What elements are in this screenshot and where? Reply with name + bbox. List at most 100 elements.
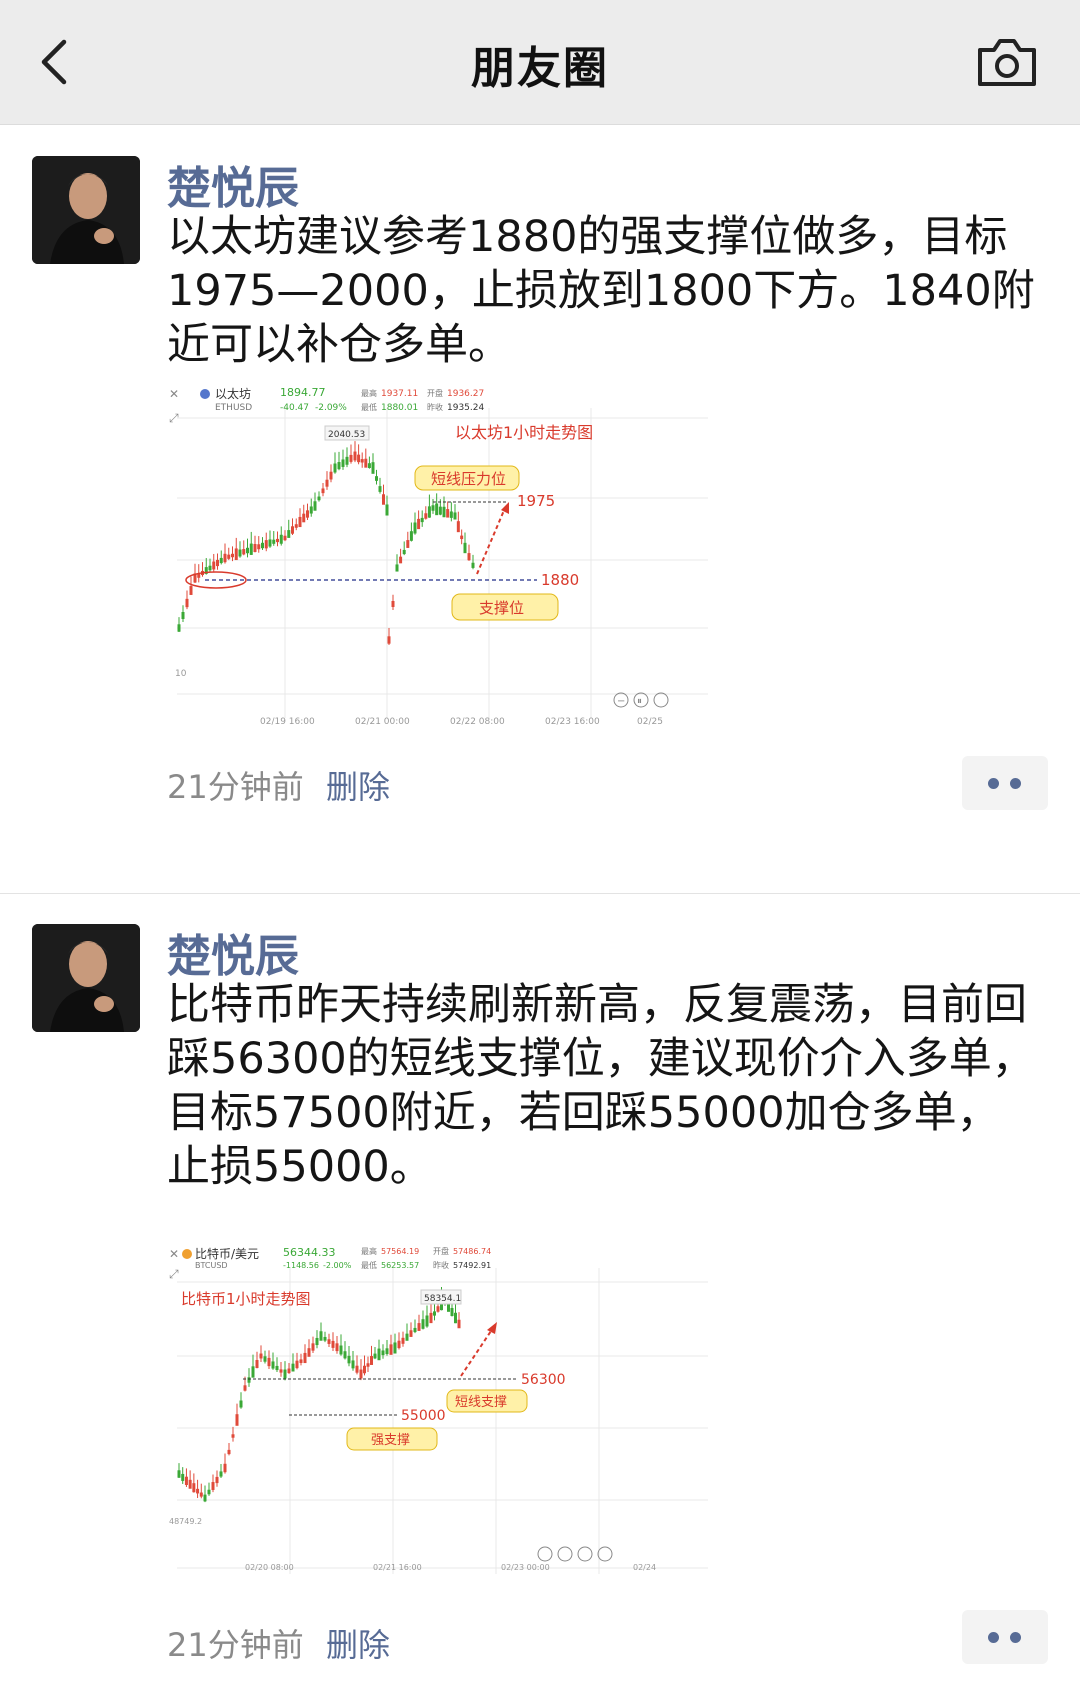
post-time: 21分钟前	[167, 1626, 304, 1664]
candle-body	[467, 553, 471, 561]
candle-body	[375, 476, 378, 481]
candle-body	[283, 535, 287, 541]
candle-body	[382, 494, 385, 505]
moment-post: 楚悦辰 比特币昨天持续刷新新高，反复震荡，目前回踩56300的短线支撑位，建议现…	[0, 894, 1080, 1696]
x-tick: 02/21 16:00	[373, 1563, 422, 1572]
candle-body	[309, 506, 313, 514]
btc-chart-image[interactable]: ✕ ⤢ 比特币/美元 BTCUSD 56344.33 -1148.56 -2.0…	[165, 1238, 708, 1600]
close-icon[interactable]: ✕	[169, 1247, 179, 1261]
candle-body	[353, 451, 357, 461]
candle-body	[402, 549, 406, 555]
candle-body	[291, 1363, 295, 1372]
candle-body	[343, 1351, 347, 1359]
chart-change: -40.47	[280, 403, 309, 413]
top-bar: 朋友圈	[0, 0, 1080, 125]
more-dots-icon[interactable]	[962, 756, 1048, 810]
candle-body	[357, 454, 361, 463]
candle-body	[393, 1342, 397, 1354]
close-icon[interactable]: ✕	[169, 387, 179, 401]
candle-body	[321, 488, 325, 494]
candle-body	[181, 612, 185, 619]
candle-body	[243, 1385, 247, 1391]
expand-icon[interactable]: ⤢	[168, 1267, 179, 1281]
avatar[interactable]	[32, 156, 140, 264]
candle-body	[456, 521, 460, 533]
chart-price: 56344.33	[283, 1246, 336, 1259]
post-text: 比特币昨天持续刷新新高，反复震荡，目前回踩56300的短线支撑位，建议现价介入多…	[167, 980, 1035, 1192]
candle-body	[378, 486, 382, 492]
candle-body	[463, 542, 467, 554]
delete-link[interactable]: 删除	[326, 762, 390, 808]
candle-body	[355, 1365, 359, 1373]
candle-body	[257, 544, 261, 550]
candle-body	[471, 562, 475, 568]
candle-body	[341, 459, 345, 467]
candle-body	[247, 1377, 251, 1383]
support-tag: 支撑位	[479, 599, 524, 617]
candle-body	[391, 601, 395, 607]
candle-body	[349, 454, 353, 462]
prev-label: 昨收	[433, 1260, 449, 1270]
x-tick: 02/22 08:00	[450, 717, 505, 727]
low-tick: 48749.2	[169, 1517, 202, 1526]
candle-body	[249, 543, 253, 555]
more-dots-icon[interactable]	[962, 1610, 1048, 1664]
eth-chart-image[interactable]: ✕ ⤢ 以太坊 ETHUSD 1894.77 -40.47 -2.09% 最高 …	[165, 378, 708, 756]
prev-value: 1935.24	[447, 403, 484, 413]
low-label: 最低	[361, 1260, 377, 1270]
candle-body	[360, 459, 364, 463]
candle-body	[317, 496, 321, 501]
avatar[interactable]	[32, 924, 140, 1032]
candle-body	[189, 586, 193, 595]
candle-body	[275, 1365, 279, 1371]
candle-body	[420, 517, 424, 523]
high-label: 最高	[361, 1246, 377, 1256]
candle-body	[239, 1400, 243, 1408]
candle-body	[319, 1331, 323, 1341]
author-name[interactable]: 楚悦辰	[167, 920, 299, 984]
candle-body	[231, 553, 234, 558]
candle-body	[385, 1348, 389, 1355]
support-value: 56300	[521, 1372, 566, 1388]
candle-body	[303, 1352, 307, 1364]
coin-icon	[200, 389, 210, 399]
support-value: 1880	[541, 571, 579, 589]
candle-body	[264, 540, 268, 549]
candle-body	[435, 503, 439, 516]
expand-icon[interactable]: ⤢	[168, 411, 179, 425]
author-name[interactable]: 楚悦辰	[167, 152, 299, 216]
candle-body	[453, 512, 457, 520]
chart-symbol: 比特币/美元	[195, 1246, 259, 1261]
resistance-tag: 短线压力位	[431, 470, 506, 488]
candle-body	[371, 462, 375, 474]
coin-icon	[182, 1249, 192, 1259]
candle-body	[401, 1337, 405, 1344]
candle-body	[429, 1312, 433, 1324]
candle-body	[185, 598, 189, 608]
candle-body	[223, 1463, 227, 1473]
camera-icon[interactable]	[976, 36, 1038, 88]
candle-body	[397, 1340, 401, 1349]
candle-body	[203, 1494, 207, 1502]
x-tick: 02/20 08:00	[245, 1563, 294, 1572]
delete-link[interactable]: 删除	[326, 1620, 390, 1666]
chart-change-pct: -2.09%	[315, 403, 347, 413]
open-label: 开盘	[433, 1246, 449, 1256]
prev-label: 昨收	[427, 402, 443, 412]
candle-body	[207, 1489, 211, 1495]
candle-body	[331, 1340, 335, 1348]
candle-body	[327, 1339, 331, 1344]
high-value: 57564.19	[381, 1247, 419, 1256]
candle-body	[302, 513, 306, 523]
svg-text:⏸: ⏸	[637, 696, 642, 707]
peak-label: 58354.1	[424, 1294, 461, 1304]
chart-change-pct: -2.00%	[323, 1261, 352, 1270]
candle-body	[188, 1479, 192, 1489]
candle-body	[446, 509, 450, 518]
candle-body	[276, 538, 279, 543]
post-text: 以太坊建议参考1880的强支撑位做多，目标1975—2000，止损放到1800下…	[167, 212, 1035, 370]
candle-body	[417, 518, 421, 530]
candle-body	[367, 463, 371, 469]
candle-body	[177, 624, 181, 632]
strong-tag: 强支撑	[371, 1433, 410, 1448]
